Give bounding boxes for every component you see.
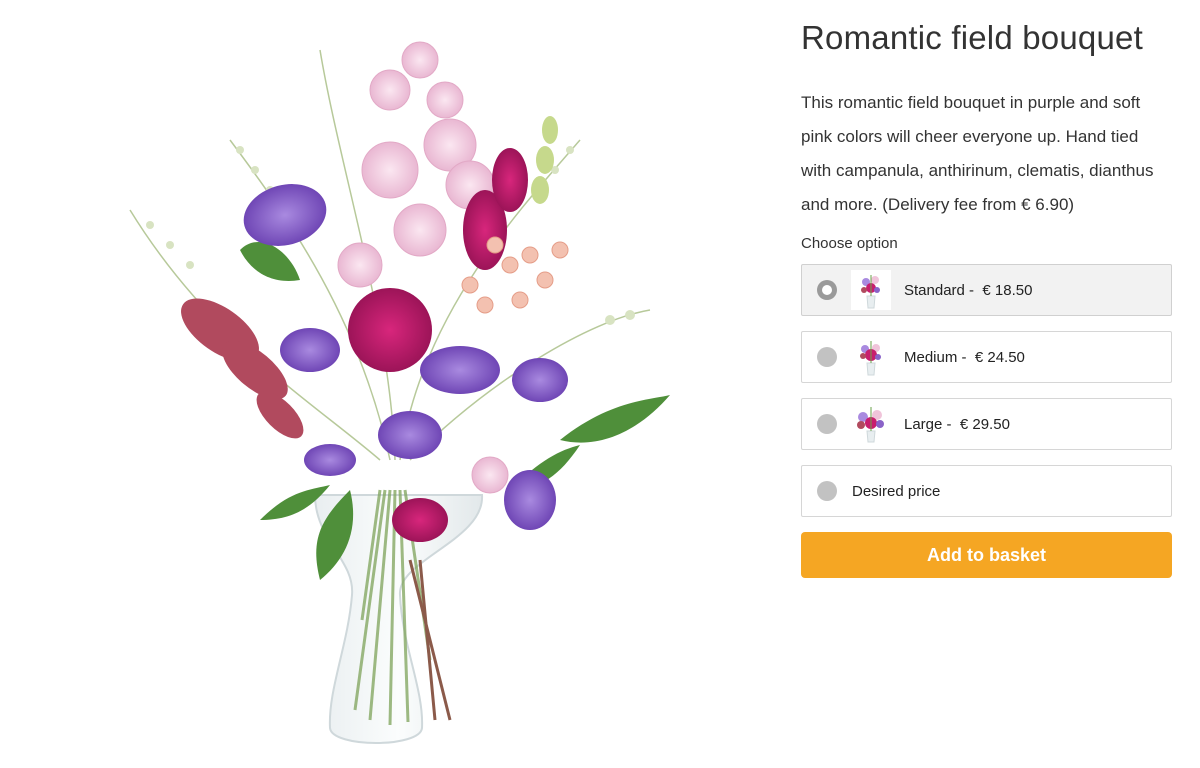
option-label: Standard - € 18.50 (904, 281, 1033, 299)
product-title: Romantic field bouquet (801, 19, 1143, 56)
product-image (129, 41, 670, 744)
product-description: This romantic field bouquet in purple an… (801, 93, 1154, 214)
option-label: Desired price (852, 482, 941, 500)
bouquet-thumbnail-icon (851, 270, 891, 310)
option-list: Standard - € 18.50 Medium - € 24.50 Larg… (801, 264, 1173, 517)
add-to-basket-button[interactable]: Add to basket (801, 532, 1172, 578)
product-details: Romantic field bouquet This romantic fie… (801, 0, 1173, 578)
radio-icon[interactable] (817, 481, 837, 501)
option-desired-price[interactable]: Desired price (801, 465, 1172, 517)
option-label: Medium - € 24.50 (904, 348, 1025, 366)
radio-icon[interactable] (817, 280, 837, 300)
option-medium[interactable]: Medium - € 24.50 (801, 331, 1172, 383)
option-standard[interactable]: Standard - € 18.50 (801, 264, 1172, 316)
bouquet-thumbnail-icon (851, 404, 891, 444)
option-label: Large - € 29.50 (904, 415, 1010, 433)
bouquet-thumbnail-icon (851, 337, 891, 377)
option-large[interactable]: Large - € 29.50 (801, 398, 1172, 450)
radio-icon[interactable] (817, 347, 837, 367)
choose-option-label: Choose option (801, 235, 898, 252)
radio-icon[interactable] (817, 414, 837, 434)
